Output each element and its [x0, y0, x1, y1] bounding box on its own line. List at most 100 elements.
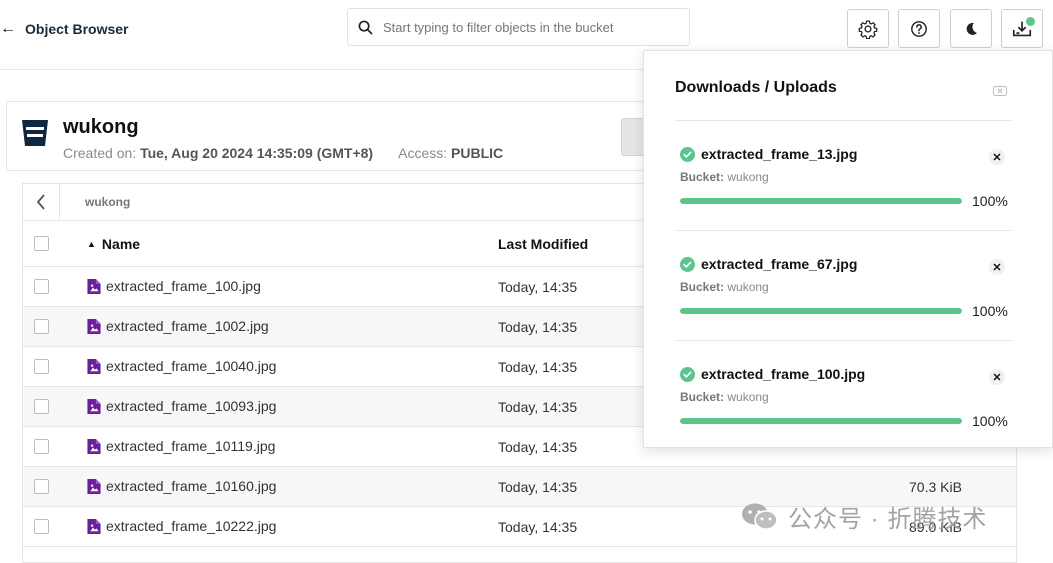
bucket-info-card: wukong Created on: Tue, Aug 20 2024 14:3… [6, 101, 706, 171]
file-name-cell[interactable]: extracted_frame_10222.jpg [87, 518, 276, 534]
progress-percent: 100% [972, 193, 1008, 209]
access-label: Access: [398, 145, 448, 161]
remove-transfer-button[interactable]: ✕ [989, 369, 1005, 385]
arrow-left-icon: ← [0, 20, 16, 37]
transfer-file: extracted_frame_100.jpg [680, 366, 865, 382]
close-icon: ✕ [992, 371, 1002, 384]
transfers-panel: Downloads / Uploads extracted_frame_13.j… [643, 50, 1053, 448]
clear-all-button[interactable] [993, 83, 1007, 101]
file-name-cell[interactable]: extracted_frame_1002.jpg [87, 318, 269, 334]
chevron-left-icon [36, 194, 45, 210]
help-circle-icon [911, 20, 927, 37]
row-checkbox[interactable] [34, 519, 49, 534]
image-file-icon [87, 518, 101, 534]
created-value: Tue, Aug 20 2024 14:35:09 (GMT+8) [140, 145, 374, 161]
search-input[interactable] [383, 19, 673, 35]
panel-title: Downloads / Uploads [675, 79, 837, 96]
watermark: 公众号 · 折腾技术 [740, 499, 987, 534]
last-modified-cell: Today, 14:35 [498, 319, 578, 335]
progress-fill [680, 198, 962, 204]
check-circle-icon [680, 256, 695, 272]
last-modified-cell: Today, 14:35 [498, 279, 578, 295]
transfer-bucket: Bucket: wukong [680, 170, 769, 184]
last-modified-column-header[interactable]: Last Modified [498, 236, 588, 252]
row-checkbox[interactable] [34, 359, 49, 374]
transfer-bucket: Bucket: wukong [680, 390, 769, 404]
progress-fill [680, 308, 962, 314]
file-name: extracted_frame_10040.jpg [106, 358, 277, 374]
progress-bar [680, 198, 962, 204]
name-column-label: Name [101, 236, 141, 252]
transfers-button[interactable] [1001, 9, 1043, 48]
moon-icon [966, 22, 977, 35]
size-cell: 70.3 KiB [909, 479, 962, 495]
progress-bar [680, 308, 962, 314]
file-name: extracted_frame_10222.jpg [106, 518, 277, 534]
bucket-meta: Created on: Tue, Aug 20 2024 14:35:09 (G… [63, 145, 503, 161]
access-value: PUBLIC [451, 145, 504, 161]
search-box[interactable] [347, 8, 690, 46]
file-name: extracted_frame_100.jpg [106, 278, 261, 294]
notification-dot [1026, 17, 1035, 26]
breadcrumb-back-button[interactable] [23, 184, 60, 220]
transfer-file: extracted_frame_13.jpg [680, 146, 857, 162]
file-name-cell[interactable]: extracted_frame_10119.jpg [87, 438, 275, 454]
transfer-bucket-name: wukong [727, 170, 769, 184]
close-icon: ✕ [992, 261, 1002, 274]
back-button[interactable]: ← Object Browser [0, 18, 128, 40]
image-file-icon [87, 478, 101, 494]
file-name-cell[interactable]: extracted_frame_100.jpg [87, 278, 261, 294]
file-name-cell[interactable]: extracted_frame_10040.jpg [87, 358, 276, 374]
transfer-bucket: Bucket: wukong [680, 280, 769, 294]
transfer-bucket-label: Bucket: [680, 280, 725, 294]
gear-icon [858, 19, 878, 39]
file-name: extracted_frame_10160.jpg [106, 478, 277, 494]
watermark-text: 公众号 · 折腾技术 [788, 506, 988, 533]
row-checkbox[interactable] [34, 479, 49, 494]
row-checkbox[interactable] [34, 439, 49, 454]
file-name: extracted_frame_1002.jpg [106, 318, 269, 334]
help-button[interactable] [898, 9, 940, 48]
progress-fill [680, 418, 962, 424]
progress-percent: 100% [972, 413, 1008, 429]
breadcrumb-path[interactable]: wukong [85, 195, 130, 209]
remove-transfer-button[interactable]: ✕ [989, 259, 1005, 275]
settings-button[interactable] [847, 9, 889, 48]
select-all-checkbox[interactable] [34, 236, 49, 251]
clear-list-icon [993, 86, 1007, 96]
transfer-bucket-label: Bucket: [680, 390, 725, 404]
close-icon: ✕ [992, 151, 1002, 164]
row-checkbox[interactable] [34, 319, 49, 334]
file-name-cell[interactable]: extracted_frame_10160.jpg [87, 478, 276, 494]
transfer-item: extracted_frame_13.jpg ✕ Bucket: wukong 100… [675, 121, 1012, 231]
image-file-icon [87, 438, 101, 454]
check-circle-icon [680, 146, 695, 162]
remove-transfer-button[interactable]: ✕ [989, 149, 1005, 165]
image-file-icon [87, 318, 101, 334]
image-file-icon [87, 398, 101, 414]
progress-bar [680, 418, 962, 424]
file-name-cell[interactable]: extracted_frame_10093.jpg [87, 398, 276, 414]
transfer-file-name: extracted_frame_67.jpg [701, 256, 858, 272]
last-modified-cell: Today, 14:35 [498, 439, 578, 455]
file-name: extracted_frame_10119.jpg [106, 438, 276, 454]
sort-asc-icon: ▲ [87, 239, 96, 249]
transfer-item: extracted_frame_67.jpg ✕ Bucket: wukong 100… [675, 231, 1012, 341]
progress-percent: 100% [972, 303, 1008, 319]
created-label: Created on: [63, 145, 137, 161]
last-modified-cell: Today, 14:35 [498, 359, 578, 375]
transfer-bucket-label: Bucket: [680, 170, 725, 184]
row-checkbox[interactable] [34, 279, 49, 294]
bucket-icon [22, 120, 48, 146]
transfer-item: extracted_frame_100.jpg ✕ Bucket: wukong 10… [675, 341, 1012, 447]
check-circle-icon [680, 366, 695, 382]
image-file-icon [87, 278, 101, 294]
last-modified-cell: Today, 14:35 [498, 519, 578, 535]
name-column-header[interactable]: ▲ Name [87, 236, 140, 252]
theme-toggle-button[interactable] [950, 9, 992, 48]
row-checkbox[interactable] [34, 399, 49, 414]
transfer-file-name: extracted_frame_100.jpg [701, 366, 866, 382]
last-modified-cell: Today, 14:35 [498, 479, 578, 495]
transfer-bucket-name: wukong [727, 280, 769, 294]
last-modified-cell: Today, 14:35 [498, 399, 578, 415]
